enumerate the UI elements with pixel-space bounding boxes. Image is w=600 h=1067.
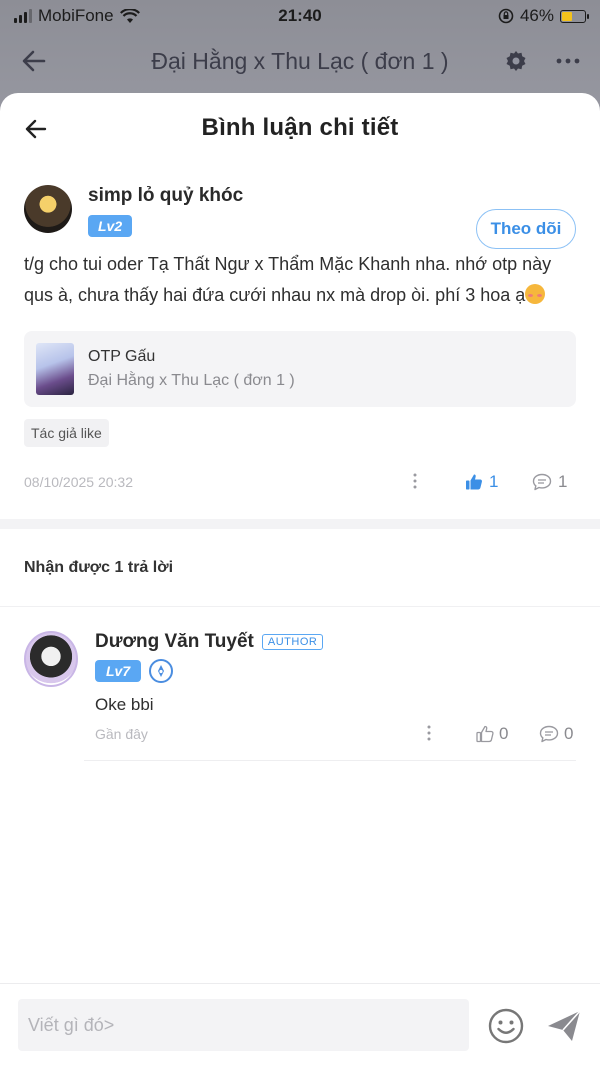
- thumbs-up-icon: [476, 725, 494, 743]
- blush-emoji-icon: [525, 284, 546, 304]
- comment-input[interactable]: [18, 999, 469, 1051]
- reply-text: Oke bbi: [95, 695, 154, 714]
- reply-meta: Gần đây 0 0: [95, 721, 576, 747]
- comment-timestamp: 08/10/2025 20:32: [24, 474, 133, 490]
- avatar[interactable]: [24, 631, 78, 687]
- author-liked-tag: Tác giả like: [24, 419, 109, 447]
- book-cover-image: [36, 343, 74, 395]
- comment-detail-sheet: Bình luận chi tiết simp lỏ quỷ khóc Lv2 …: [0, 93, 600, 1067]
- book-title: OTP Gấu: [88, 348, 156, 365]
- divider: [84, 760, 576, 761]
- status-bar: MobiFone 21:40 46%: [0, 0, 600, 32]
- chat-bubble-icon: [532, 473, 552, 491]
- level-badge: Lv7: [95, 660, 142, 682]
- reply-timestamp: Gần đây: [95, 726, 148, 742]
- comment-composer: [0, 983, 600, 1067]
- like-button[interactable]: 1: [465, 472, 498, 492]
- send-icon[interactable]: [545, 1007, 583, 1045]
- more-vertical-icon[interactable]: [412, 473, 418, 489]
- medal-icon: [149, 659, 174, 683]
- clock: 21:40: [278, 6, 322, 25]
- battery-fill: [562, 11, 573, 21]
- background-navbar: Đại Hằng x Thu Lạc ( đơn 1 ): [0, 36, 600, 86]
- book-subtitle: Đại Hằng x Thu Lạc ( đơn 1 ): [88, 372, 295, 389]
- page-title: Bình luận chi tiết: [201, 114, 399, 141]
- more-vertical-icon[interactable]: [426, 725, 432, 741]
- like-count: 0: [499, 724, 509, 743]
- comment-author-name[interactable]: simp lỏ quỷ khóc: [88, 185, 576, 207]
- level-badge: Lv2: [88, 215, 133, 237]
- sheet-header: Bình luận chi tiết: [0, 93, 600, 163]
- gear-icon[interactable]: [504, 49, 528, 73]
- back-arrow-icon[interactable]: [20, 47, 48, 75]
- section-divider: [0, 519, 600, 529]
- sheet-back-button[interactable]: [20, 113, 52, 145]
- replies-header: Nhận được 1 trả lời: [0, 529, 600, 607]
- like-count: 1: [489, 472, 499, 491]
- book-card[interactable]: OTP Gấu Đại Hằng x Thu Lạc ( đơn 1 ): [24, 331, 576, 407]
- comment-text: t/g cho tui oder Tạ Thất Ngư x Thẩm Mặc …: [24, 249, 576, 311]
- comment-text-body: t/g cho tui oder Tạ Thất Ngư x Thẩm Mặc …: [24, 254, 552, 305]
- reply-item: Dương Văn Tuyết AUTHOR Lv7 Oke bbi Gần đ…: [0, 607, 600, 767]
- reply-author-name[interactable]: Dương Văn Tuyết: [95, 631, 254, 653]
- author-tag-badge: AUTHOR: [261, 634, 324, 650]
- avatar[interactable]: [24, 185, 72, 233]
- reply-button[interactable]: 0: [539, 724, 573, 744]
- comment-meta: 08/10/2025 20:32 1 1: [24, 469, 576, 495]
- follow-button[interactable]: Theo dõi: [476, 209, 576, 249]
- battery-icon: [560, 9, 589, 23]
- thumbs-up-filled-icon: [466, 474, 482, 490]
- back-arrow-icon: [25, 119, 47, 139]
- reply-count: 0: [564, 724, 574, 743]
- chat-bubble-icon: [539, 725, 559, 743]
- reply-button[interactable]: 1: [532, 472, 567, 492]
- emoji-icon[interactable]: [487, 1007, 525, 1045]
- more-icon[interactable]: [556, 57, 580, 65]
- like-button[interactable]: 0: [476, 724, 508, 744]
- main-comment: simp lỏ quỷ khóc Lv2 Theo dõi t/g cho tu…: [0, 185, 600, 495]
- reply-count: 1: [558, 472, 568, 491]
